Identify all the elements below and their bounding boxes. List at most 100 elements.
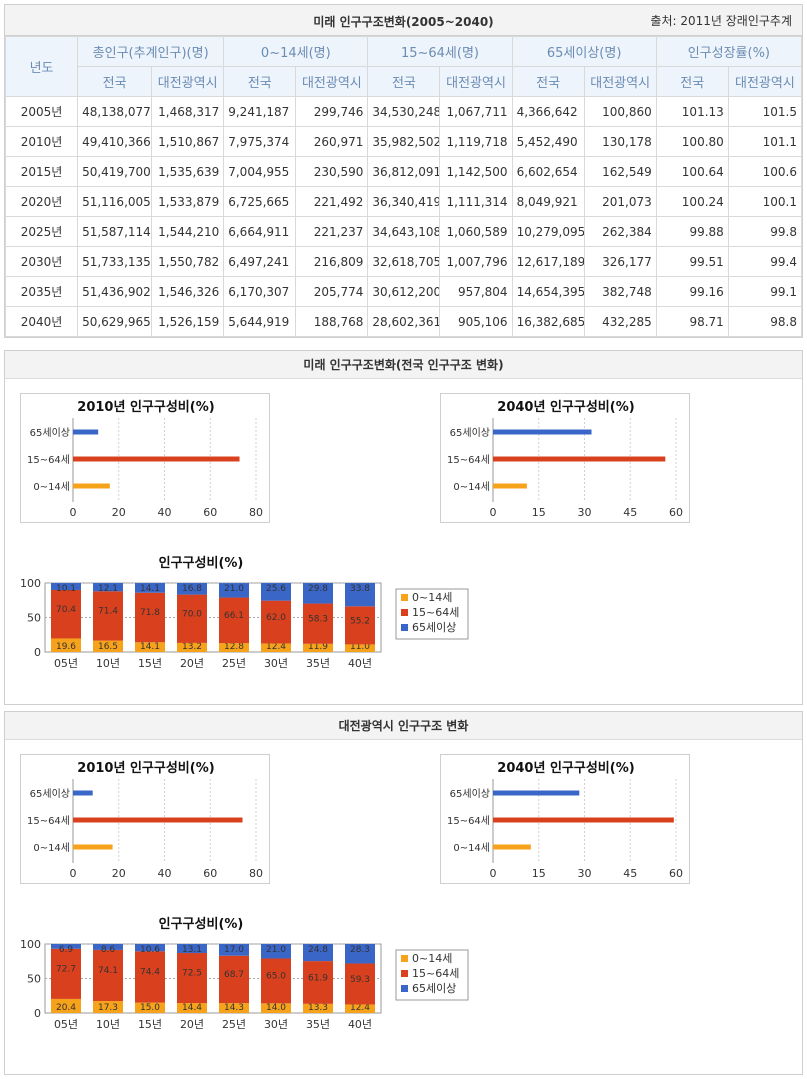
legend-swatch xyxy=(401,624,408,631)
value-cell: 16,382,685 xyxy=(511,306,585,337)
category-label: 65세이상 xyxy=(30,788,70,800)
group-header-age15-64: 15~64세(명) xyxy=(367,36,513,67)
value-cell: 51,436,902 xyxy=(77,276,153,307)
data-label: 65.0 xyxy=(266,972,286,982)
daejeon-2010-chart-box: 2010년 인구구성비(%) 0 20 40 60 80 65세이상 15~64세 0~14세 xyxy=(20,754,270,884)
legend-label: 0~14세 xyxy=(412,591,452,604)
value-cell: 9,241,187 xyxy=(223,96,297,127)
year-cell: 2035년 xyxy=(4,276,79,307)
x-tick-label: 15 xyxy=(532,867,546,880)
value-cell: 162,549 xyxy=(583,156,657,187)
category-label: 0~14세 xyxy=(33,842,70,854)
chart-title: 2040년 인구구성비(%) xyxy=(497,760,634,776)
value-cell: 100.24 xyxy=(655,186,729,217)
x-tick-label: 30년 xyxy=(264,657,288,670)
value-cell: 51,587,114 xyxy=(77,216,153,247)
legend-swatch xyxy=(401,970,408,977)
data-label: 21.0 xyxy=(224,584,244,594)
value-cell: 34,643,108 xyxy=(367,216,441,247)
value-cell: 221,237 xyxy=(295,216,369,247)
value-cell: 262,384 xyxy=(583,216,657,247)
x-tick-label: 30 xyxy=(578,506,592,519)
data-label: 28.3 xyxy=(350,945,370,955)
value-cell: 6,170,307 xyxy=(223,276,297,307)
y-tick-label: 100 xyxy=(20,938,41,951)
value-cell: 1,533,879 xyxy=(151,186,225,217)
x-tick-label: 20년 xyxy=(180,657,204,670)
legend: 0~14세 15~64세 65세이상 xyxy=(395,588,469,640)
value-cell: 50,629,965 xyxy=(77,306,153,337)
sub-header-row: 전국 대전광역시 전국 대전광역시 전국 대전광역시 전국 대전광역시 전국 대전광역시 xyxy=(6,66,803,97)
value-cell: 6,497,241 xyxy=(223,246,297,277)
group-header-total: 총인구(추계인구)(명) xyxy=(77,36,225,67)
value-cell: 1,550,782 xyxy=(151,246,225,277)
x-tick-label: 0 xyxy=(490,506,497,519)
value-cell: 50,419,700 xyxy=(77,156,153,187)
value-cell: 6,725,665 xyxy=(223,186,297,217)
x-tick-label: 10년 xyxy=(96,657,120,670)
x-tick-label: 45 xyxy=(623,506,637,519)
x-tick-label: 40년 xyxy=(348,1018,372,1031)
value-cell: 1,007,796 xyxy=(439,246,513,277)
value-cell: 130,178 xyxy=(583,126,657,157)
sub-header-national: 전국 xyxy=(77,66,153,97)
value-cell: 7,975,374 xyxy=(223,126,297,157)
value-cell: 1,119,718 xyxy=(439,126,513,157)
x-tick-label: 45 xyxy=(623,867,637,880)
y-tick-label: 50 xyxy=(27,973,41,986)
data-label: 68.7 xyxy=(224,970,244,980)
x-tick-label: 20 xyxy=(112,867,126,880)
legend-label: 0~14세 xyxy=(412,952,452,965)
value-cell: 99.51 xyxy=(655,246,729,277)
value-cell: 12,617,189 xyxy=(511,246,585,277)
value-cell: 99.16 xyxy=(655,276,729,307)
x-tick-label: 80 xyxy=(249,867,263,880)
value-cell: 51,116,005 xyxy=(77,186,153,217)
value-cell: 326,177 xyxy=(583,246,657,277)
legend-swatch xyxy=(401,594,408,601)
value-cell: 30,612,200 xyxy=(367,276,441,307)
value-cell: 99.88 xyxy=(655,216,729,247)
daejeon-chart-section: 대전광역시 인구구조 변화 2010년 인구구성비(%) 0 20 40 60 80 65세… xyxy=(4,711,803,1075)
value-cell: 100.80 xyxy=(655,126,729,157)
value-cell: 1,546,326 xyxy=(151,276,225,307)
x-tick-label: 15 xyxy=(532,506,546,519)
bar xyxy=(73,429,99,435)
x-tick-label: 40 xyxy=(158,506,172,519)
national-stacked-chart: 인구구성비(%) 0 50 100 19.6 70.4 10.1 05년 16.5 71.4 12.… xyxy=(20,555,469,670)
value-cell: 957,804 xyxy=(439,276,513,307)
value-cell: 6,664,911 xyxy=(223,216,297,247)
value-cell: 1,060,589 xyxy=(439,216,513,247)
sub-header-daejeon: 대전광역시 xyxy=(583,66,657,97)
data-label: 74.1 xyxy=(98,966,118,976)
value-cell: 6,602,654 xyxy=(511,156,585,187)
data-label: 20.4 xyxy=(56,1003,76,1013)
year-cell: 2015년 xyxy=(4,156,79,187)
daejeon-stacked-chart: 인구구성비(%) 0 50 100 20.4 72.7 6.9 05년 17.3 74.1 8.6 1… xyxy=(20,916,469,1031)
value-cell: 8,049,921 xyxy=(511,186,585,217)
x-tick-label: 05년 xyxy=(54,657,78,670)
year-cell: 2010년 xyxy=(4,126,79,157)
year-cell: 2020년 xyxy=(4,186,79,217)
legend-swatch xyxy=(401,955,408,962)
value-cell: 101.13 xyxy=(655,96,729,127)
x-tick-label: 25년 xyxy=(222,657,246,670)
value-cell: 32,618,705 xyxy=(367,246,441,277)
bar xyxy=(493,483,527,489)
population-table: 년도 총인구(추계인구)(명) 0~14세(명) 15~64세(명) 65세이상… xyxy=(4,36,803,337)
data-label: 13.3 xyxy=(308,1003,328,1013)
data-label: 14.1 xyxy=(140,642,160,652)
value-cell: 201,073 xyxy=(583,186,657,217)
national-2010-chart: 2010년 인구구성비(%) 0 20 40 60 80 65세이상 15~64세 0~14세 xyxy=(27,399,263,519)
value-cell: 905,106 xyxy=(439,306,513,337)
x-tick-label: 0 xyxy=(490,867,497,880)
category-label: 0~14세 xyxy=(453,842,490,854)
year-cell: 2030년 xyxy=(4,246,79,277)
value-cell: 34,530,248 xyxy=(367,96,441,127)
table-source: 출처: 2011년 장래인구추계 xyxy=(650,14,792,28)
category-label: 15~64세 xyxy=(447,454,490,466)
data-label: 29.8 xyxy=(308,584,328,594)
value-cell: 100.64 xyxy=(655,156,729,187)
data-label: 10.6 xyxy=(140,945,160,955)
category-label: 15~64세 xyxy=(27,454,70,466)
